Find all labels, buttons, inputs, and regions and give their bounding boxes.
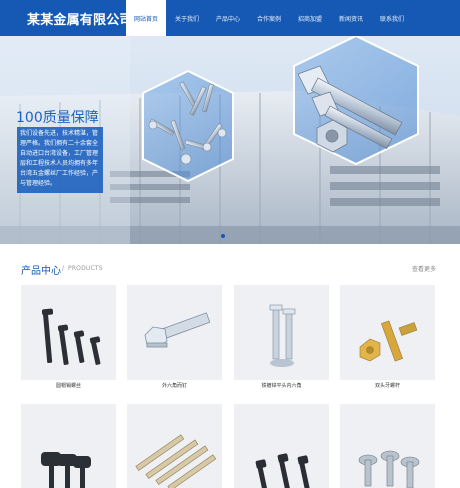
product-name[interactable]: 圆帽销螺丝 <box>21 382 116 389</box>
hero-banner: 100质量保障 我们设备先进，技术精湛，管理严格。我们拥有二十余套全自动进口台湾… <box>0 36 460 244</box>
slider-dot-active[interactable] <box>221 234 225 238</box>
products-title: 产品中心 <box>21 266 61 277</box>
product-card[interactable] <box>21 404 116 488</box>
double-thread-stud-image <box>340 285 435 380</box>
title-divider: / <box>62 265 65 272</box>
nav-item-cases[interactable]: 合作案例 <box>249 0 289 36</box>
product-card[interactable]: 双头牙螺杆 <box>340 285 435 395</box>
product-name[interactable]: 外六角而钉 <box>127 382 222 389</box>
nav-item-about[interactable]: 关于我们 <box>167 0 207 36</box>
product-card[interactable] <box>127 404 222 488</box>
product-card[interactable] <box>234 404 329 488</box>
hex-bolt-image <box>127 285 222 380</box>
product-card[interactable]: 外六角而钉 <box>127 285 222 395</box>
tapping-screws-image <box>127 404 222 488</box>
product-card[interactable] <box>340 404 435 488</box>
more-products-link[interactable]: 查看更多 <box>412 264 436 273</box>
nav-item-home[interactable]: 网站首页 <box>126 0 166 36</box>
product-name[interactable]: 铁镀锌平头内六角 <box>234 382 329 389</box>
product-name[interactable]: 双头牙螺杆 <box>340 382 435 389</box>
nav-item-contact[interactable]: 联系我们 <box>372 0 412 36</box>
site-header: 某某金属有限公司 网站首页 关于我们 产品中心 合作案例 招商加盟 新闻资讯 联… <box>0 0 460 36</box>
banner-description: 我们设备先进，技术精湛，管理严格。我们拥有二十余套全自动进口台湾设备，工厂管理层… <box>17 127 103 193</box>
flange-screws-image <box>340 404 435 488</box>
main-nav: 网站首页 关于我们 产品中心 合作案例 招商加盟 新闻资讯 联系我们 <box>126 0 413 36</box>
black-flat-screws-image <box>21 404 116 488</box>
zinc-hex-socket-screw-image <box>234 285 329 380</box>
black-machine-screws-image <box>234 404 329 488</box>
products-subtitle: PRODUCTS <box>68 265 103 272</box>
product-card[interactable]: 圆帽销螺丝 <box>21 285 116 395</box>
nav-item-franchise[interactable]: 招商加盟 <box>290 0 330 36</box>
nav-item-news[interactable]: 新闻资讯 <box>331 0 371 36</box>
banner-title: 100质量保障 <box>16 110 99 126</box>
black-shoulder-bolts-image <box>21 285 116 380</box>
product-card[interactable]: 铁镀锌平头内六角 <box>234 285 329 395</box>
site-logo[interactable]: 某某金属有限公司 <box>27 9 133 28</box>
products-section-header: 产品中心 / PRODUCTS 查看更多 <box>21 262 436 278</box>
page: 某某金属有限公司 网站首页 关于我们 产品中心 合作案例 招商加盟 新闻资讯 联… <box>0 0 460 488</box>
nav-item-products[interactable]: 产品中心 <box>208 0 248 36</box>
